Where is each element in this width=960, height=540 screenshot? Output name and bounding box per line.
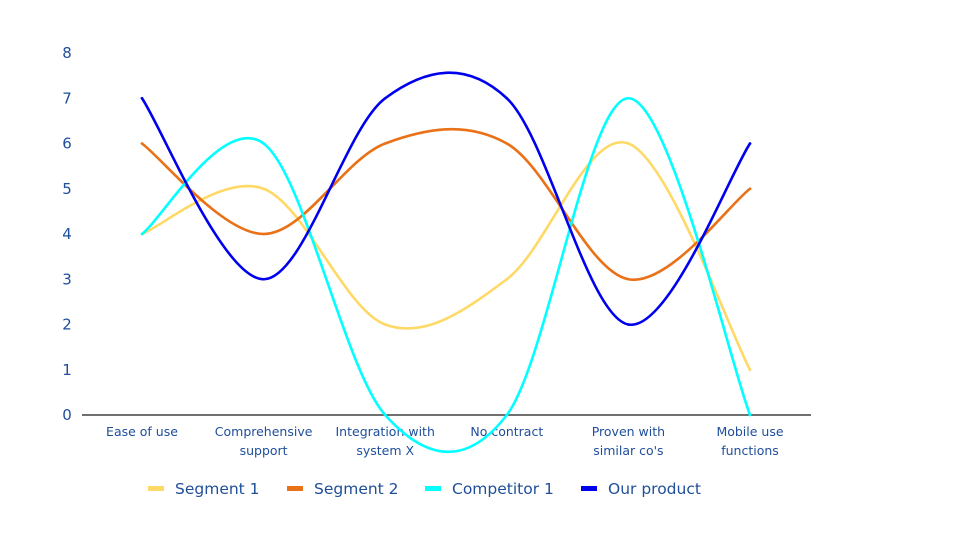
- x-tick-label: Proven with similar co's: [592, 424, 665, 458]
- x-tick-label: Mobile use functions: [716, 424, 783, 458]
- y-tick-label: 1: [62, 361, 72, 379]
- data-point-segment-2: [748, 187, 752, 191]
- data-point-segment-1: [383, 323, 387, 326]
- data-point-competitor-1: [140, 232, 144, 236]
- legend-item-our-product: Our product: [581, 480, 701, 498]
- data-point-segment-1: [627, 142, 630, 145]
- data-point-competitor-1: [627, 96, 630, 100]
- series-line-competitor-1: [140, 96, 752, 454]
- data-point-our-product: [748, 142, 752, 145]
- x-tick-label: Ease of use: [106, 424, 178, 439]
- data-point-competitor-1: [748, 413, 752, 417]
- data-point-segment-2: [383, 142, 387, 145]
- data-point-segment-1: [262, 187, 265, 191]
- data-point-segment-2: [262, 232, 265, 236]
- data-point-segment-2: [140, 142, 144, 145]
- legend-label: Our product: [608, 480, 701, 498]
- legend-label: Segment 1: [175, 480, 260, 498]
- y-tick-label: 2: [62, 316, 72, 334]
- legend-swatch: [425, 486, 441, 491]
- series-line-segment-1: [140, 140, 752, 372]
- x-tick-label: Integration with system X: [336, 424, 435, 458]
- y-tick-label: 0: [62, 406, 72, 424]
- series-layer: [140, 71, 752, 454]
- data-point-competitor-1: [505, 413, 509, 417]
- data-point-our-product: [262, 277, 265, 281]
- data-point-competitor-1: [262, 142, 265, 145]
- legend-item-segment-2: Segment 2: [287, 480, 399, 498]
- line-chart: 0 1 2 3 4 5 6 7 8 Ease of use Comprehensive suppor…: [62, 44, 811, 498]
- y-tick-label: 6: [62, 135, 72, 153]
- y-tick-label: 8: [62, 44, 72, 62]
- data-point-our-product: [383, 96, 387, 100]
- legend-item-segment-1: Segment 1: [148, 480, 260, 498]
- data-point-segment-2: [505, 142, 509, 145]
- data-point-our-product: [140, 96, 144, 100]
- legend-swatch: [148, 486, 164, 491]
- legend-label: Segment 2: [314, 480, 399, 498]
- x-tick-label: Comprehensive support: [215, 424, 313, 458]
- y-tick-label: 3: [62, 270, 72, 288]
- legend-swatch: [581, 486, 597, 491]
- series-line-our-product: [140, 71, 752, 326]
- x-tick-label: No contract: [470, 424, 543, 439]
- legend-label: Competitor 1: [452, 480, 554, 498]
- data-point-competitor-1: [383, 413, 387, 417]
- y-tick-label: 4: [62, 225, 72, 243]
- legend: Segment 1 Segment 2 Competitor 1 Our produc…: [148, 480, 701, 498]
- legend-item-competitor-1: Competitor 1: [425, 480, 554, 498]
- data-point-segment-1: [505, 277, 509, 281]
- data-point-our-product: [627, 323, 630, 326]
- y-tick-label: 7: [62, 89, 72, 107]
- y-tick-label: 5: [62, 180, 72, 198]
- legend-swatch: [287, 486, 303, 491]
- y-axis: 0 1 2 3 4 5 6 7 8: [62, 44, 72, 424]
- data-point-segment-2: [627, 277, 630, 281]
- data-point-our-product: [505, 96, 509, 100]
- data-point-segment-1: [748, 368, 752, 372]
